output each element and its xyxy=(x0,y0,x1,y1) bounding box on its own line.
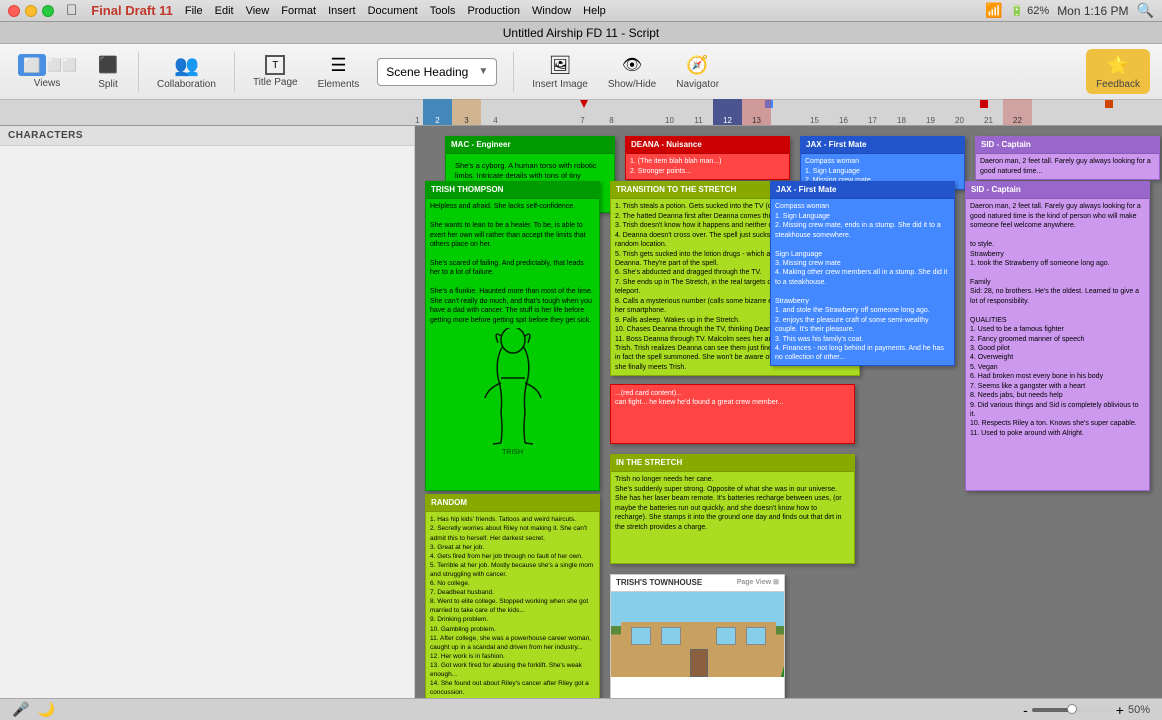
townhouse-card[interactable]: TRISH'S TOWNHOUSE Page View ⊞ xyxy=(610,574,785,704)
split-button[interactable]: ⬛ Split xyxy=(90,50,126,93)
view-single-icon[interactable]: ⬜ xyxy=(18,54,46,76)
title-page-icon: T xyxy=(265,55,285,75)
format-dropdown[interactable]: Scene Heading ▼ xyxy=(377,58,497,86)
insert-image-icon: 🖼 xyxy=(548,53,572,77)
sid-card-header: SID - Captain xyxy=(976,137,1159,154)
zoom-in-icon[interactable]: + xyxy=(1116,702,1124,718)
format-dropdown-value: Scene Heading xyxy=(386,65,468,79)
title-page-label: Title Page xyxy=(253,77,298,88)
window-title: Untitled Airship FD 11 - Script xyxy=(503,26,660,40)
menu-insert[interactable]: Insert xyxy=(322,3,362,19)
maximize-button[interactable] xyxy=(42,5,54,17)
view-split-icon[interactable]: ⬜⬜ xyxy=(48,54,76,76)
collaboration-label: Collaboration xyxy=(157,79,216,90)
menu-document[interactable]: Document xyxy=(362,3,424,19)
random-card-header: RANDOM xyxy=(426,495,599,512)
spotlight-icon[interactable]: 🔍 xyxy=(1137,2,1154,19)
stretch-card-body: Trish no longer needs her cane. She's su… xyxy=(611,472,854,535)
navigator-icon: 🧭 xyxy=(686,53,710,77)
trish-card-body: Helpless and afraid. She lacks self-conf… xyxy=(426,199,599,328)
menu-view[interactable]: View xyxy=(240,3,276,19)
feedback-button[interactable]: ⭐ Feedback xyxy=(1086,49,1150,94)
title-page-button[interactable]: T Title Page xyxy=(247,52,304,91)
deana-card-header: DEANA - Nuisance xyxy=(626,137,789,154)
trish-name-tag: TRISH xyxy=(426,448,599,460)
trish-card-header: TRISH THOMPSON xyxy=(426,182,599,199)
jax-detail-card[interactable]: JAX - First Mate Compass woman 1. Sign L… xyxy=(770,181,955,366)
menu-help[interactable]: Help xyxy=(577,3,612,19)
split-icon: ⬛ xyxy=(96,53,120,77)
menu-window[interactable]: Window xyxy=(526,3,577,19)
trish-card[interactable]: TRISH THOMPSON Helpless and afraid. She … xyxy=(425,181,600,491)
trish-illustration xyxy=(426,328,599,448)
zoom-control[interactable]: - + 50% xyxy=(1023,702,1150,718)
mic-icon[interactable]: 🎤 xyxy=(12,701,29,718)
deana-card[interactable]: DEANA - Nuisance 1. (The item blah blah … xyxy=(625,136,790,180)
minimize-button[interactable] xyxy=(25,5,37,17)
zoom-value: 50% xyxy=(1128,704,1150,716)
battery-icon: 🔋 62% xyxy=(1010,4,1049,17)
jax-detail-header: JAX - First Mate xyxy=(771,182,954,199)
menu-format[interactable]: Format xyxy=(275,3,322,19)
close-button[interactable] xyxy=(8,5,20,17)
apple-logo-icon:  xyxy=(66,2,77,19)
sid-card-body: Daeron man, 2 feet tall. Farely guy alwa… xyxy=(976,154,1159,179)
navigator-label: Navigator xyxy=(676,79,719,90)
toolbar-separator-2 xyxy=(234,52,235,92)
elements-label: Elements xyxy=(318,79,360,90)
navigator-button[interactable]: 🧭 Navigator xyxy=(670,50,725,93)
sid-detail-card[interactable]: SID - Captain Daeron man, 2 feet tall. F… xyxy=(965,181,1150,491)
menu-production[interactable]: Production xyxy=(461,3,526,19)
collaboration-button[interactable]: 👥 Collaboration xyxy=(151,50,222,93)
feedback-label: Feedback xyxy=(1096,79,1140,90)
random-card-body: 1. Has hip kids' friends. Tattoos and we… xyxy=(426,512,599,720)
creature-illustration xyxy=(1155,226,1162,426)
menu-edit[interactable]: Edit xyxy=(209,3,240,19)
views-label: Views xyxy=(34,78,61,89)
zoom-out-icon[interactable]: - xyxy=(1023,702,1028,718)
red-middle-card[interactable]: ...(red card content)... can fight... he… xyxy=(610,384,855,444)
sidebar-empty xyxy=(0,146,414,162)
clock: Mon 1:16 PM xyxy=(1057,4,1128,18)
stretch-card[interactable]: IN THE STRETCH Trish no longer needs her… xyxy=(610,454,855,564)
wifi-icon: 📶 xyxy=(985,2,1002,19)
toolbar-separator-3 xyxy=(513,52,514,92)
elements-icon: ☰ xyxy=(326,53,350,77)
townhouse-card-header: TRISH'S TOWNHOUSE Page View ⊞ xyxy=(611,575,784,592)
split-label: Split xyxy=(98,79,117,90)
feedback-icon: ⭐ xyxy=(1106,53,1130,77)
stretch-card-header: IN THE STRETCH xyxy=(611,455,854,472)
jax-card-header: JAX - First Mate xyxy=(801,137,964,154)
dropdown-chevron-icon: ▼ xyxy=(478,66,488,77)
insert-image-button[interactable]: 🖼 Insert Image xyxy=(526,50,594,93)
moon-icon[interactable]: 🌙 xyxy=(37,701,54,718)
toolbar-separator-1 xyxy=(138,52,139,92)
show-hide-icon: 👁 xyxy=(620,53,644,77)
show-hide-button[interactable]: 👁 Show/Hide xyxy=(602,50,662,93)
mac-card-header: MAC - Engineer xyxy=(446,137,614,154)
app-name: Final Draft 11 xyxy=(85,1,179,20)
collaboration-icon: 👥 xyxy=(174,53,198,77)
townhouse-image xyxy=(611,592,784,677)
random-card[interactable]: RANDOM 1. Has hip kids' friends. Tattoos… xyxy=(425,494,600,720)
show-hide-label: Show/Hide xyxy=(608,79,656,90)
deana-card-body: 1. (The item blah blah man...) 2. Strong… xyxy=(626,154,789,179)
menu-file[interactable]: File xyxy=(179,3,209,19)
sid-card[interactable]: SID - Captain Daeron man, 2 feet tall. F… xyxy=(975,136,1160,180)
sid-detail-header: SID - Captain xyxy=(966,182,1149,199)
red-middle-card-body: ...(red card content)... can fight... he… xyxy=(611,385,854,412)
views-button[interactable]: ⬜ ⬜⬜ Views xyxy=(12,51,82,92)
menu-tools[interactable]: Tools xyxy=(424,3,462,19)
insert-image-label: Insert Image xyxy=(532,79,588,90)
sid-detail-body: Daeron man, 2 feet tall. Farely guy alwa… xyxy=(966,199,1149,441)
elements-button[interactable]: ☰ Elements xyxy=(312,50,366,93)
jax-detail-body: Compass woman 1. Sign Language 2. Missin… xyxy=(771,199,954,366)
sidebar-characters-header: CHARACTERS xyxy=(0,126,414,146)
